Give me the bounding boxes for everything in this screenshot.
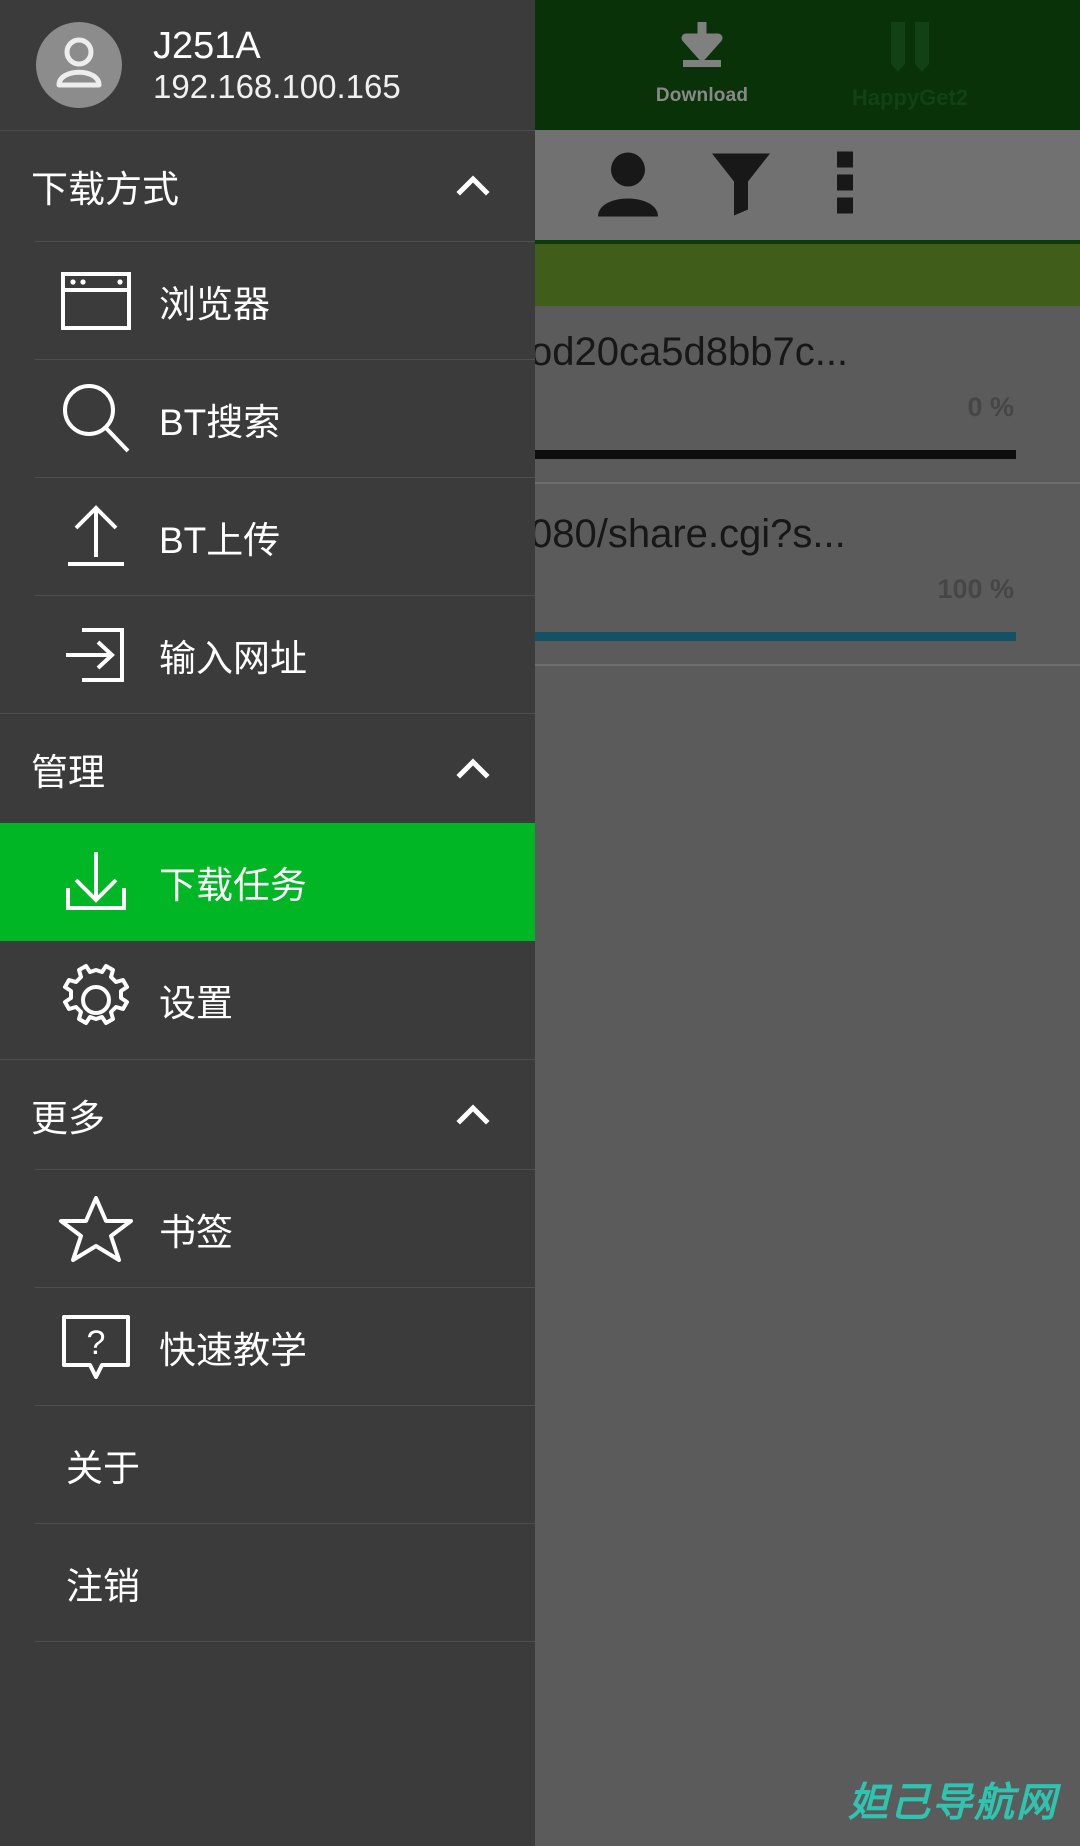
download-progress-track [530, 450, 1016, 459]
pause-bars-icon [881, 18, 939, 79]
download-progress-fill [530, 632, 1016, 641]
sidebar-item-enter-url[interactable]: 输入网址 [35, 595, 535, 713]
happyget-tab-label: HappyGet2 [851, 85, 969, 110]
svg-text:?: ? [87, 1324, 106, 1362]
sidebar-item-label: 输入网址 [159, 637, 307, 679]
search-magnifier-icon [55, 378, 137, 460]
download-arrow-icon [672, 18, 732, 81]
section-header-more[interactable]: 更多 [0, 1059, 535, 1169]
sidebar-item-label: BT搜索 [159, 401, 281, 443]
user-avatar-icon [52, 35, 106, 96]
sidebar-item-label: 注销 [66, 1565, 140, 1607]
navigation-drawer: J251A 192.168.100.165 下载方式 浏览器 BT搜索 BT上传… [0, 0, 535, 1846]
sidebar-item-bt-search[interactable]: BT搜索 [35, 359, 535, 477]
three-dot-menu-icon[interactable] [835, 150, 855, 221]
chevron-up-icon[interactable] [451, 747, 495, 791]
device-name: J251A [153, 24, 261, 67]
sidebar-item-label: 书签 [159, 1211, 233, 1253]
sidebar-item-label: 快速教学 [159, 1329, 307, 1371]
download-progress-fill [530, 450, 1016, 459]
star-bookmark-icon [55, 1188, 137, 1270]
download-task-percent: 0 % [967, 392, 1014, 422]
chevron-up-icon[interactable] [451, 164, 495, 208]
happyget-tab[interactable]: HappyGet2 [800, 18, 1020, 111]
download-tab[interactable]: Download [640, 18, 764, 107]
sidebar-item-bt-upload[interactable]: BT上传 [35, 477, 535, 595]
upload-arrow-icon [55, 496, 137, 578]
section-title: 下载方式 [31, 169, 179, 210]
sidebar-item-label: 设置 [159, 983, 233, 1024]
chevron-up-icon[interactable] [451, 1093, 495, 1137]
sidebar-item-label: 下载任务 [159, 865, 307, 906]
funnel-filter-icon[interactable] [710, 150, 772, 221]
sidebar-item-quick-tutorial[interactable]: ? 快速教学 [35, 1287, 535, 1405]
sidebar-item-bookmarks[interactable]: 书签 [35, 1169, 535, 1287]
person-icon[interactable] [595, 149, 661, 222]
drawer-header[interactable]: J251A 192.168.100.165 [0, 0, 535, 131]
device-ip-address: 192.168.100.165 [153, 67, 401, 105]
sidebar-item-label: 关于 [66, 1447, 140, 1489]
question-bubble-icon: ? [55, 1306, 137, 1388]
download-task-percent: 100 % [937, 574, 1014, 604]
sidebar-item-label: BT上传 [159, 519, 281, 561]
sidebar-item-settings[interactable]: 设置 [35, 941, 535, 1059]
sidebar-item-download-tasks[interactable]: 下载任务 [0, 823, 535, 941]
sidebar-item-browser[interactable]: 浏览器 [35, 241, 535, 359]
section-header-management[interactable]: 管理 [0, 713, 535, 823]
gear-settings-icon [55, 959, 137, 1041]
section-title: 更多 [31, 1097, 105, 1139]
enter-url-arrow-icon [55, 614, 137, 696]
sidebar-item-logout[interactable]: 注销 [35, 1523, 535, 1641]
sidebar-item-about[interactable]: 关于 [35, 1405, 535, 1523]
section-header-download-methods[interactable]: 下载方式 [0, 131, 535, 241]
browser-window-icon [55, 260, 137, 342]
drawer-bottom-divider [35, 1641, 535, 1642]
watermark: 妲己导航网 [848, 1780, 1058, 1826]
download-tray-icon [55, 841, 137, 923]
sidebar-item-label: 浏览器 [159, 283, 270, 325]
download-progress-track [530, 632, 1016, 641]
avatar [36, 22, 122, 108]
section-title: 管理 [31, 751, 105, 793]
download-tab-label: Download [655, 85, 749, 106]
